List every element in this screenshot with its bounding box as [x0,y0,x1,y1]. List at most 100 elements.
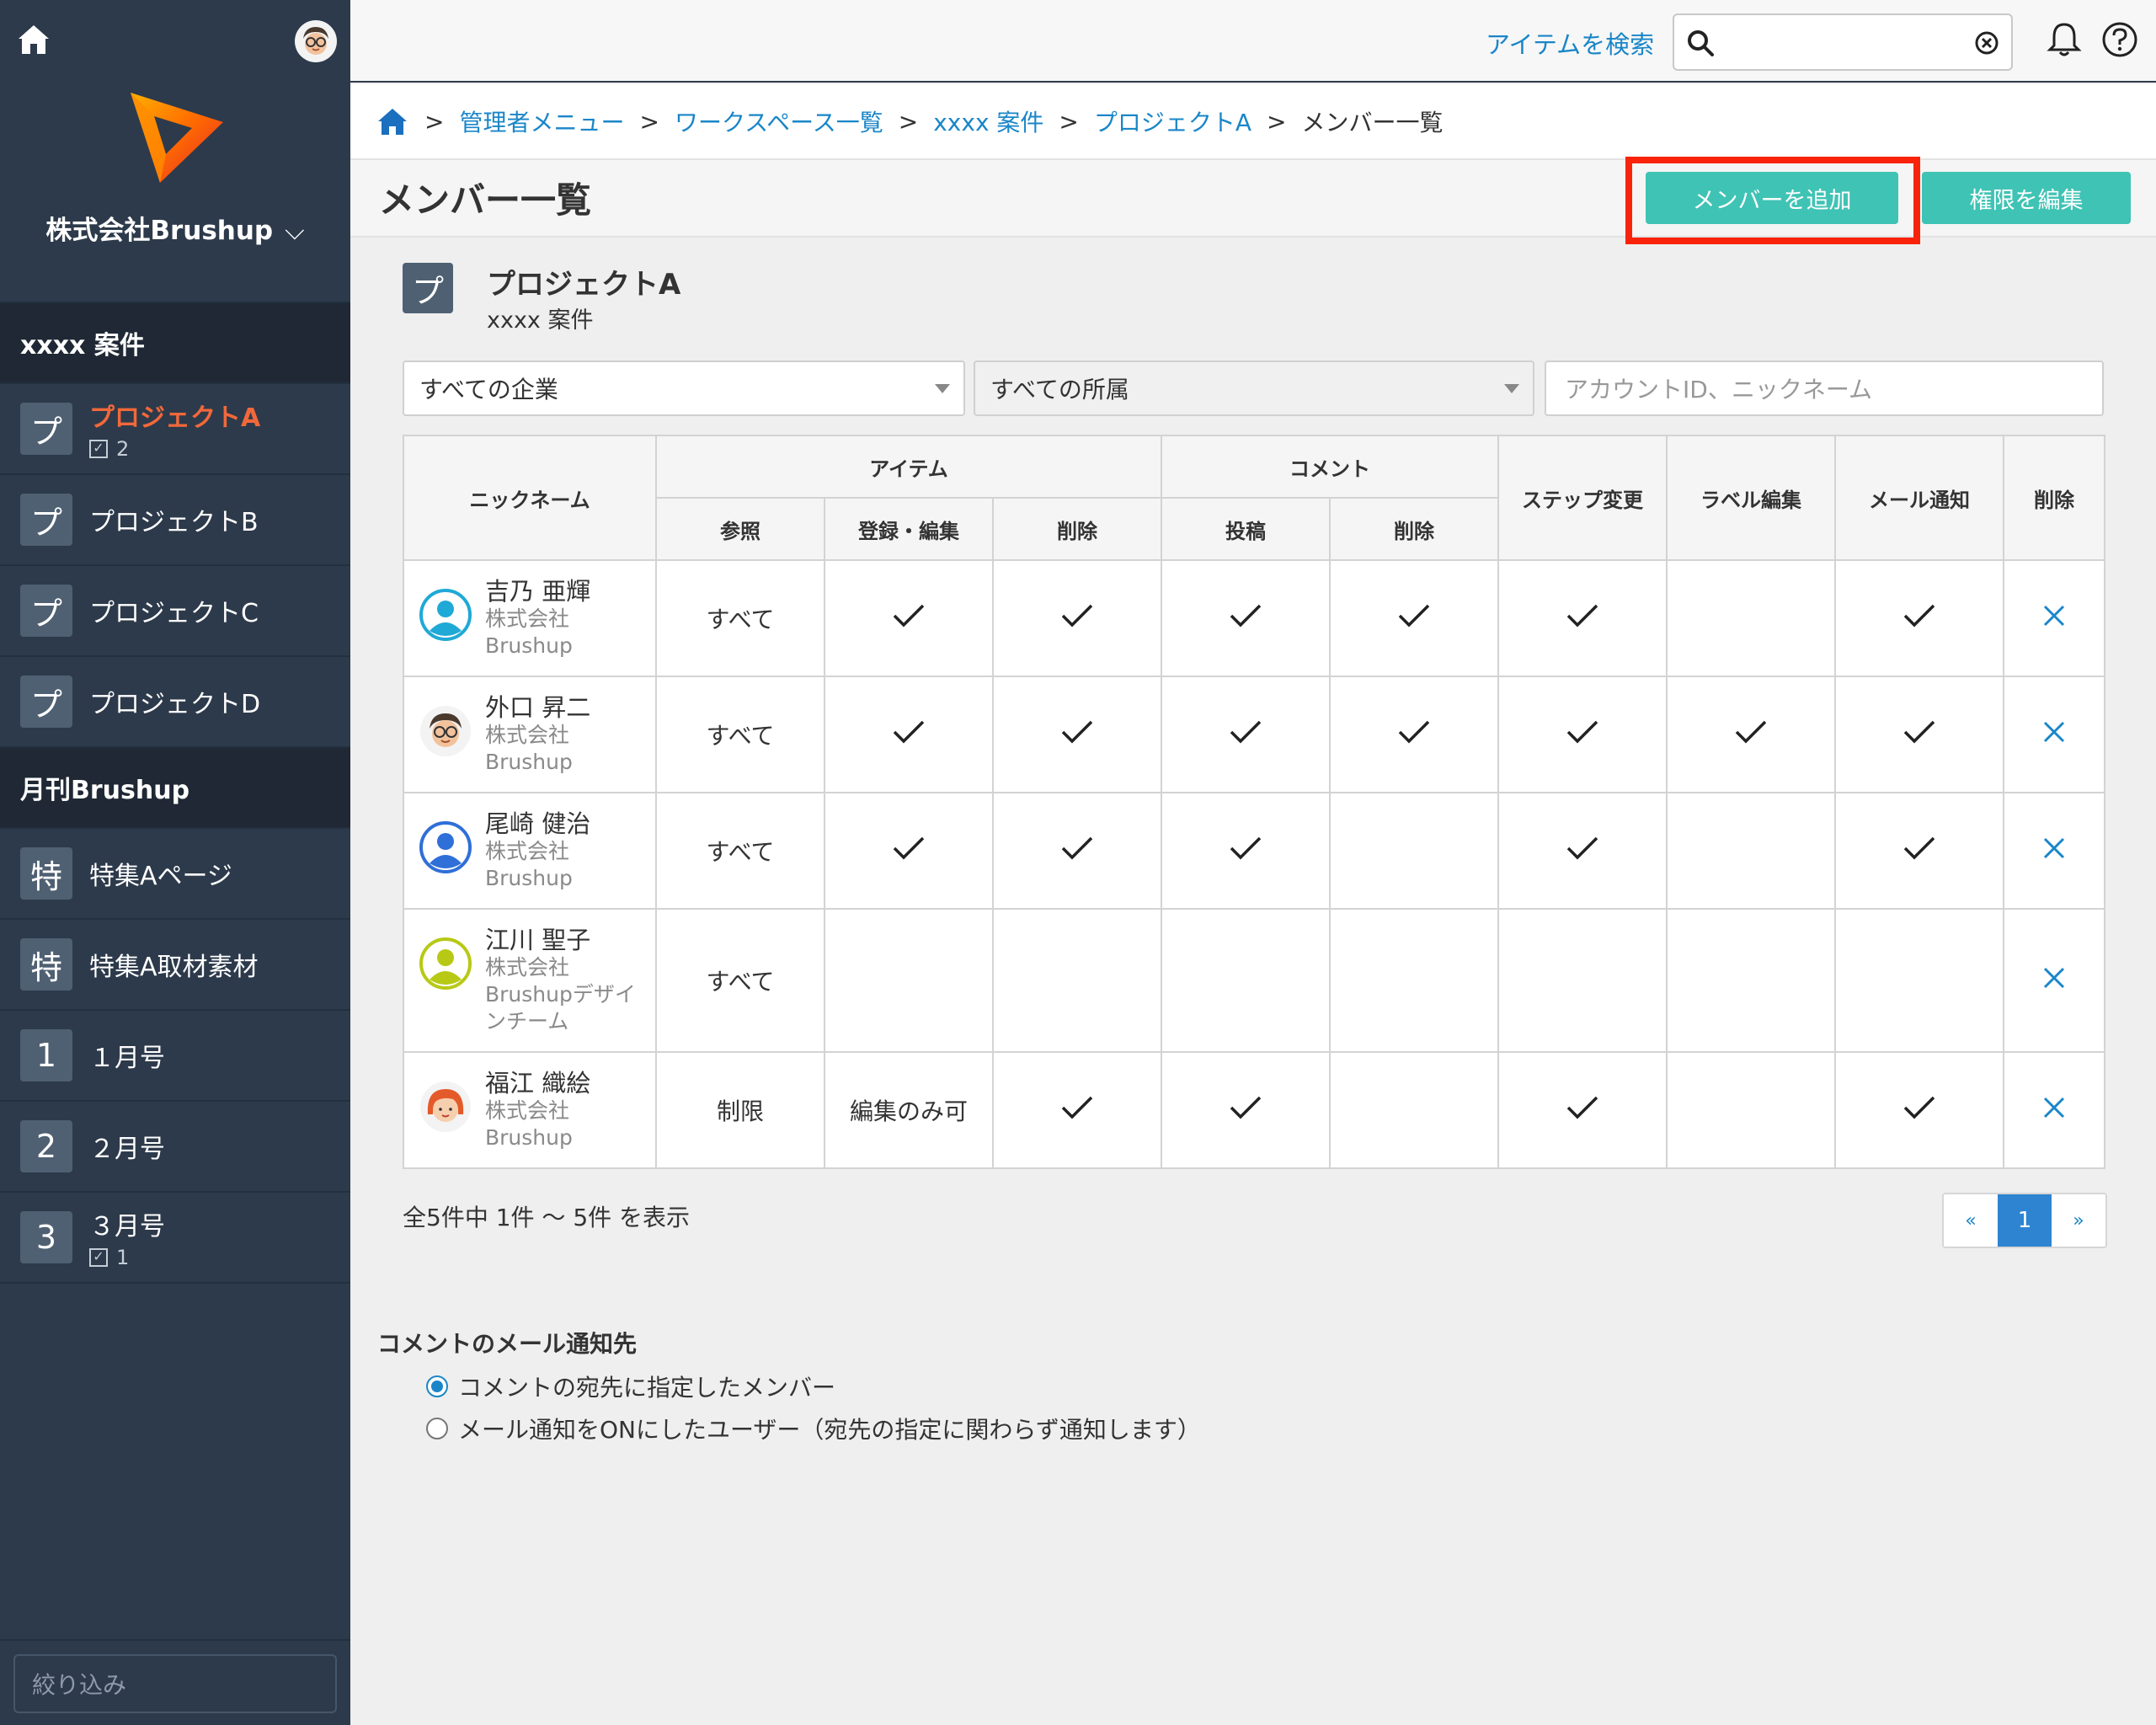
topbar: アイテムを検索 [350,0,2156,83]
check-icon [1566,1096,1598,1119]
label-edit-cell [1666,676,1836,793]
sidebar-item-march[interactable]: 3 ３月号 ✓ 1 [0,1193,350,1284]
sidebar-item-feature-a-page[interactable]: 特 特集Aページ [0,829,350,920]
breadcrumb-separator: > [1059,107,1079,136]
notify-option-mail-on[interactable]: メール通知をONにしたユーザー（宛先の指定に関わらず通知します） [426,1412,1201,1445]
pagination-prev[interactable]: « [1944,1194,1998,1247]
user-avatar-icon[interactable] [295,20,337,62]
table-row: 江川 聖子 株式会社Brushupデザインチーム すべて [403,908,2105,1053]
item-delete-cell [992,676,1162,793]
member-company: 株式会社Brushupデザインチーム [485,955,636,1033]
home-icon[interactable] [376,104,409,138]
account-search-input[interactable]: アカウントID、ニックネーム [1545,360,2104,416]
project-badge: 特 [20,938,72,991]
member-name: 福江 織絵 [485,1069,591,1097]
company-selector[interactable]: 株式会社Brushup ⌵ [0,209,350,247]
comment-post-cell [1161,908,1331,1053]
delete-member-icon[interactable] [2041,603,2067,628]
comment-delete-cell [1329,1051,1499,1169]
sidebar-item-label: ２月号 [89,1135,165,1164]
project-badge: プ [20,676,72,728]
check-icon [893,836,925,859]
item-view-cell: すべて [655,676,825,793]
check-icon [1903,604,1935,627]
result-count: 全5件中 1件 〜 5件 を表示 [403,1204,691,1231]
add-member-button[interactable]: メンバーを追加 [1646,172,1898,224]
project-workspace: xxxx 案件 [487,307,594,334]
member-name: 外口 昇二 [485,693,591,722]
col-comment-group: コメント [1161,435,1499,499]
sidebar-item-project-c[interactable]: プ プロジェクトC [0,566,350,657]
bell-icon[interactable] [2045,20,2084,59]
sidebar-item-label: プロジェクトC [89,599,259,628]
default-avatar-icon [419,821,472,873]
check-icon [1398,720,1430,743]
search-input[interactable] [1673,13,2013,71]
sidebar-item-feature-a-material[interactable]: 特 特集A取材素材 [0,920,350,1011]
clear-search-icon[interactable] [1974,30,1999,56]
delete-member-icon[interactable] [2041,1095,2067,1120]
check-icon [893,720,925,743]
sidebar-footer: 絞り込み [0,1639,350,1725]
task-count: 1 [116,1246,130,1269]
notify-option-addressee[interactable]: コメントの宛先に指定したメンバー [426,1370,835,1403]
sidebar-item-project-b[interactable]: プ プロジェクトB [0,475,350,566]
breadcrumb-project[interactable]: プロジェクトA [1094,104,1251,138]
breadcrumb-separator: > [424,107,445,136]
nickname-cell: 吉乃 亜輝 株式会社Brushup [403,559,657,677]
check-icon [1061,836,1093,859]
delete-cell [2003,908,2105,1053]
sidebar-item-project-d[interactable]: プ プロジェクトD [0,657,350,748]
page-title: メンバー一覧 [379,179,592,221]
home-icon[interactable] [15,20,52,57]
delete-member-icon[interactable] [2041,965,2067,991]
check-icon [1903,720,1935,743]
col-label-edit: ラベル編集 [1666,435,1836,561]
default-avatar-icon [419,589,472,641]
search-icon [1688,30,1714,56]
item-view-cell: すべて [655,559,825,677]
edit-permissions-button[interactable]: 権限を編集 [1922,172,2131,224]
comment-post-cell [1161,1051,1331,1169]
sidebar-item-label: 特集Aページ [89,862,232,891]
col-comment-post: 投稿 [1161,497,1331,561]
item-delete-cell [992,908,1162,1053]
comment-delete-cell [1329,559,1499,677]
sidebar-item-project-a[interactable]: プ プロジェクトA ✓ 2 [0,384,350,475]
breadcrumb-separator: > [898,107,919,136]
breadcrumb-workspace[interactable]: xxxx 案件 [933,104,1043,138]
help-icon[interactable] [2100,20,2139,59]
col-item-view: 参照 [655,497,825,561]
sidebar-item-february[interactable]: 2 ２月号 [0,1102,350,1193]
delete-member-icon[interactable] [2041,836,2067,861]
project-badge: プ [20,403,72,455]
dropdown-arrow-icon [935,384,950,393]
chevron-down-icon: ⌵ [285,216,305,246]
pagination-next[interactable]: » [2052,1194,2105,1247]
check-icon [1061,720,1093,743]
col-item-group: アイテム [655,435,1162,499]
breadcrumb-workspace-list[interactable]: ワークスペース一覧 [675,104,883,138]
delete-cell [2003,792,2105,910]
project-badge: 2 [20,1120,72,1172]
col-step-change: ステップ変更 [1497,435,1668,561]
label-edit-cell [1666,908,1836,1053]
radio-button[interactable] [426,1375,448,1397]
member-name: 江川 聖子 [485,926,591,954]
item-search-label[interactable]: アイテムを検索 [1486,25,1654,61]
col-mail-notify: メール通知 [1834,435,2004,561]
task-count: 2 [116,437,130,461]
company-filter-select[interactable]: すべての企業 [403,360,965,416]
brushup-logo-icon [131,93,223,183]
mail-notify-cell [1834,559,2004,677]
item-view-cell-link[interactable]: 制限 [655,1051,825,1169]
radio-button[interactable] [426,1418,448,1439]
mail-notify-cell [1834,676,2004,793]
task-check-icon: ✓ [89,1248,108,1267]
breadcrumb-admin-menu[interactable]: 管理者メニュー [459,104,624,138]
delete-member-icon[interactable] [2041,719,2067,745]
pagination-page[interactable]: 1 [1998,1194,2052,1247]
sidebar-item-january[interactable]: 1 １月号 [0,1011,350,1102]
sidebar-filter-input[interactable]: 絞り込み [13,1654,337,1713]
affiliation-filter-select[interactable]: すべての所属 [974,360,1534,416]
